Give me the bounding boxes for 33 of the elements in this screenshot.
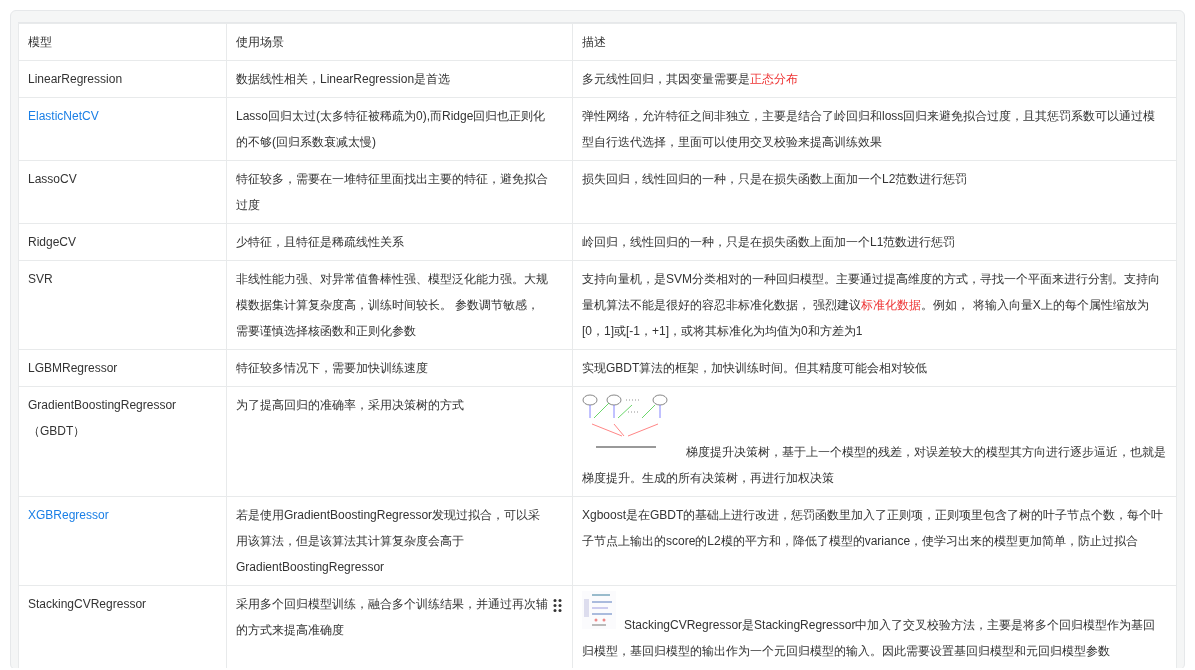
- model-name: StackingCVRegressor: [28, 597, 147, 611]
- description-text: 损失回归，线性回归的一种，只是在损失函数上面加一个L2范数进行惩罚: [582, 172, 968, 186]
- model-name: RidgeCV: [28, 235, 77, 249]
- scenario-text: 若是使用GradientBoostingRegressor发现过拟合，可以采用该算法，但是该算法其计算复杂度会高于GradientBoostingRegressor: [236, 508, 541, 574]
- model-name: GradientBoostingRegressor（GBDT）: [28, 398, 177, 438]
- scenario-text: 数据线性相关，LinearRegression是首选: [236, 72, 451, 86]
- scenario-text: Lasso回归太过(太多特征被稀疏为0),而Ridge回归也正则化的不够(回归系数衰减太慢): [236, 109, 546, 149]
- highlighted-link[interactable]: 标准化数据: [861, 298, 922, 312]
- description-text: 岭回归，线性回归的一种，只是在损失函数上面加一个L1范数进行惩罚: [582, 235, 956, 249]
- model-name: SVR: [28, 272, 53, 286]
- model-link[interactable]: ElasticNetCV: [28, 109, 99, 123]
- scenario-text: 非线性能力强、对异常值鲁棒性强、模型泛化能力强。大规模数据集计算复杂度高，训练时间较长。 参数调节敏感，需要谨慎选择核函数和正则化参数: [236, 272, 548, 338]
- drag-handle-icon[interactable]: [553, 598, 562, 613]
- description-text: 实现GBDT算法的框架，加快训练时间。但其精度可能会相对较低: [582, 361, 928, 375]
- description-text: 支持向量机，是SVM分类相对的一种回归模型。主要通过提高维度的方式，寻找一个平面来进行分割。支持向量机算法不能是很好的容忍非标准化数据， 强烈建议标准化数据。例如， 将输入向量X上的每个属性缩放为[0，1]或[-1，+1]，或将其标准化为均值为0和方差为1: [582, 272, 1160, 338]
- scenario-text: 为了提高回归的准确率，采用决策树的方式: [236, 398, 464, 412]
- description-text: 多元线性回归，其因变量需要是正态分布: [582, 72, 798, 86]
- model-name: LassoCV: [28, 172, 77, 186]
- scenario-text: 特征较多，需要在一堆特征里面找出主要的特征，避免拟合过度: [236, 172, 548, 212]
- column-header: 模型: [18, 23, 227, 61]
- column-header: 使用场景: [226, 23, 573, 61]
- column-header: 描述: [572, 23, 1177, 61]
- scenario-text: 特征较多情况下，需要加快训练速度: [236, 361, 428, 375]
- description-text: StackingCVRegressor是StackingRegressor中加入了交叉校验方法，主要是将多个回归模型作为基回归模型，基回归模型的输出作为一个元回归模型的输入。因此需要设置基回归模型和元回归模型参数: [582, 618, 1156, 658]
- scenario-text: 采用多个回归模型训练，融合多个训练结果，并通过再次辅的方式来提高准确度: [236, 597, 548, 637]
- description-text: 弹性网络，允许特征之间非独立，主要是结合了岭回归和loss回归来避免拟合过度，且其惩罚系数可以通过模型自行迭代选择，里面可以使用交叉校验来提高训练效果: [582, 109, 1156, 149]
- highlighted-link[interactable]: 正态分布: [750, 72, 798, 86]
- model-name: LGBMRegressor: [28, 361, 118, 375]
- description-text: 梯度提升决策树，基于上一个模型的残差，对误差较大的模型其方向进行逐步逼近，也就是梯度提升。生成的所有决策树，再进行加权决策: [582, 445, 1166, 485]
- model-link[interactable]: XGBRegressor: [28, 508, 109, 522]
- scenario-text: 少特征，且特征是稀疏线性关系: [236, 235, 404, 249]
- description-text: Xgboost是在GBDT的基础上进行改进，惩罚函数里加入了正则项，正则项里包含了树的叶子节点个数，每个叶子节点上输出的score的L2模的平方和，降低了模型的variance，使学习出来的模型更加简单，防止过拟合: [582, 508, 1164, 548]
- model-name: LinearRegression: [28, 72, 123, 86]
